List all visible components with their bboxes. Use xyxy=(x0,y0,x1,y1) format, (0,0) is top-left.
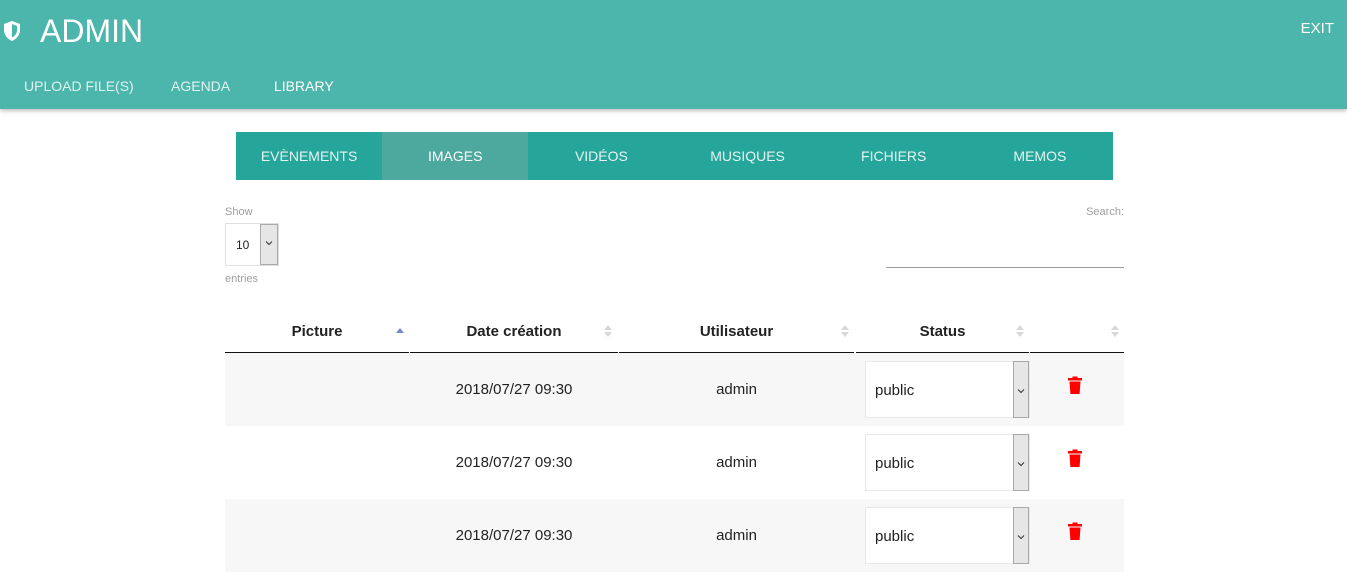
search-input[interactable] xyxy=(886,230,1124,268)
shield-icon xyxy=(4,21,20,41)
app-title: ADMIN xyxy=(40,13,144,49)
user-cell: admin xyxy=(716,454,757,471)
col-header-label: Date création xyxy=(466,323,562,340)
col-header-label: Status xyxy=(919,323,966,340)
table-row: 2018/07/27 09:30 admin public xyxy=(225,499,1124,572)
col-header-picture[interactable]: Picture xyxy=(225,310,409,353)
status-value: public xyxy=(875,382,915,399)
tab-evenements[interactable]: EVÈNEMENTS xyxy=(236,132,382,180)
dropdown-button[interactable] xyxy=(1013,434,1029,491)
exit-button[interactable]: EXIT xyxy=(1301,20,1334,37)
col-header-actions[interactable] xyxy=(1030,310,1124,353)
date-cell: 2018/07/27 09:30 xyxy=(455,381,573,398)
col-header-label: Picture xyxy=(291,323,343,340)
sort-asc-icon xyxy=(396,328,404,333)
chevron-down-icon xyxy=(265,241,273,246)
date-cell: 2018/07/27 09:30 xyxy=(455,454,573,471)
entries-per-page-select[interactable]: 10 xyxy=(225,223,279,266)
sort-icon xyxy=(1016,325,1024,337)
col-header-user[interactable]: Utilisateur xyxy=(619,310,854,353)
trash-icon[interactable] xyxy=(1068,376,1082,394)
table-row: 2018/07/27 09:30 admin public xyxy=(225,426,1124,499)
dropdown-button[interactable] xyxy=(1013,361,1029,418)
sort-icon xyxy=(1111,325,1119,337)
nav-agenda[interactable]: AGENDA xyxy=(171,78,230,94)
sort-icon xyxy=(841,325,849,337)
sort-icon xyxy=(604,325,612,337)
dropdown-button[interactable] xyxy=(260,224,278,265)
col-header-label: Utilisateur xyxy=(699,323,774,340)
user-cell: admin xyxy=(716,381,757,398)
tab-images[interactable]: IMAGES xyxy=(382,132,529,180)
status-value: public xyxy=(875,455,915,472)
entries-per-page-value: 10 xyxy=(236,238,250,252)
entries-label: entries xyxy=(225,273,259,285)
date-cell: 2018/07/27 09:30 xyxy=(455,527,573,544)
chevron-down-icon xyxy=(1017,389,1025,394)
top-bar: ADMIN EXIT UPLOAD FILE(S) AGENDA LIBRARY xyxy=(0,0,1347,109)
chevron-down-icon xyxy=(1017,535,1025,540)
tab-musiques[interactable]: MUSIQUES xyxy=(674,132,820,180)
trash-icon[interactable] xyxy=(1068,449,1082,467)
status-select[interactable]: public xyxy=(865,434,1030,491)
library-tabs: EVÈNEMENTS IMAGES VIDÉOS MUSIQUES FICHIE… xyxy=(236,132,1113,180)
search-label: Search: xyxy=(1086,206,1124,218)
table-header: Picture Date création Utilisateur Status xyxy=(225,310,1124,353)
picture-cell xyxy=(225,499,409,572)
chevron-down-icon xyxy=(1017,462,1025,467)
nav-upload-files[interactable]: UPLOAD FILE(S) xyxy=(24,78,134,94)
trash-icon[interactable] xyxy=(1068,522,1082,540)
tab-videos[interactable]: VIDÉOS xyxy=(528,132,674,180)
picture-cell xyxy=(225,426,409,499)
status-value: public xyxy=(875,528,915,545)
tab-memos[interactable]: MEMOS xyxy=(967,132,1113,180)
picture-cell xyxy=(225,353,409,426)
user-cell: admin xyxy=(716,527,757,544)
table-row: 2018/07/27 09:30 admin public xyxy=(225,353,1124,426)
status-select[interactable]: public xyxy=(865,507,1030,564)
dropdown-button[interactable] xyxy=(1013,507,1029,564)
show-label: Show xyxy=(225,206,253,218)
col-header-status[interactable]: Status xyxy=(856,310,1029,353)
col-header-date[interactable]: Date création xyxy=(410,310,618,353)
nav-library[interactable]: LIBRARY xyxy=(274,78,334,94)
status-select[interactable]: public xyxy=(865,361,1030,418)
tab-fichiers[interactable]: FICHIERS xyxy=(821,132,967,180)
